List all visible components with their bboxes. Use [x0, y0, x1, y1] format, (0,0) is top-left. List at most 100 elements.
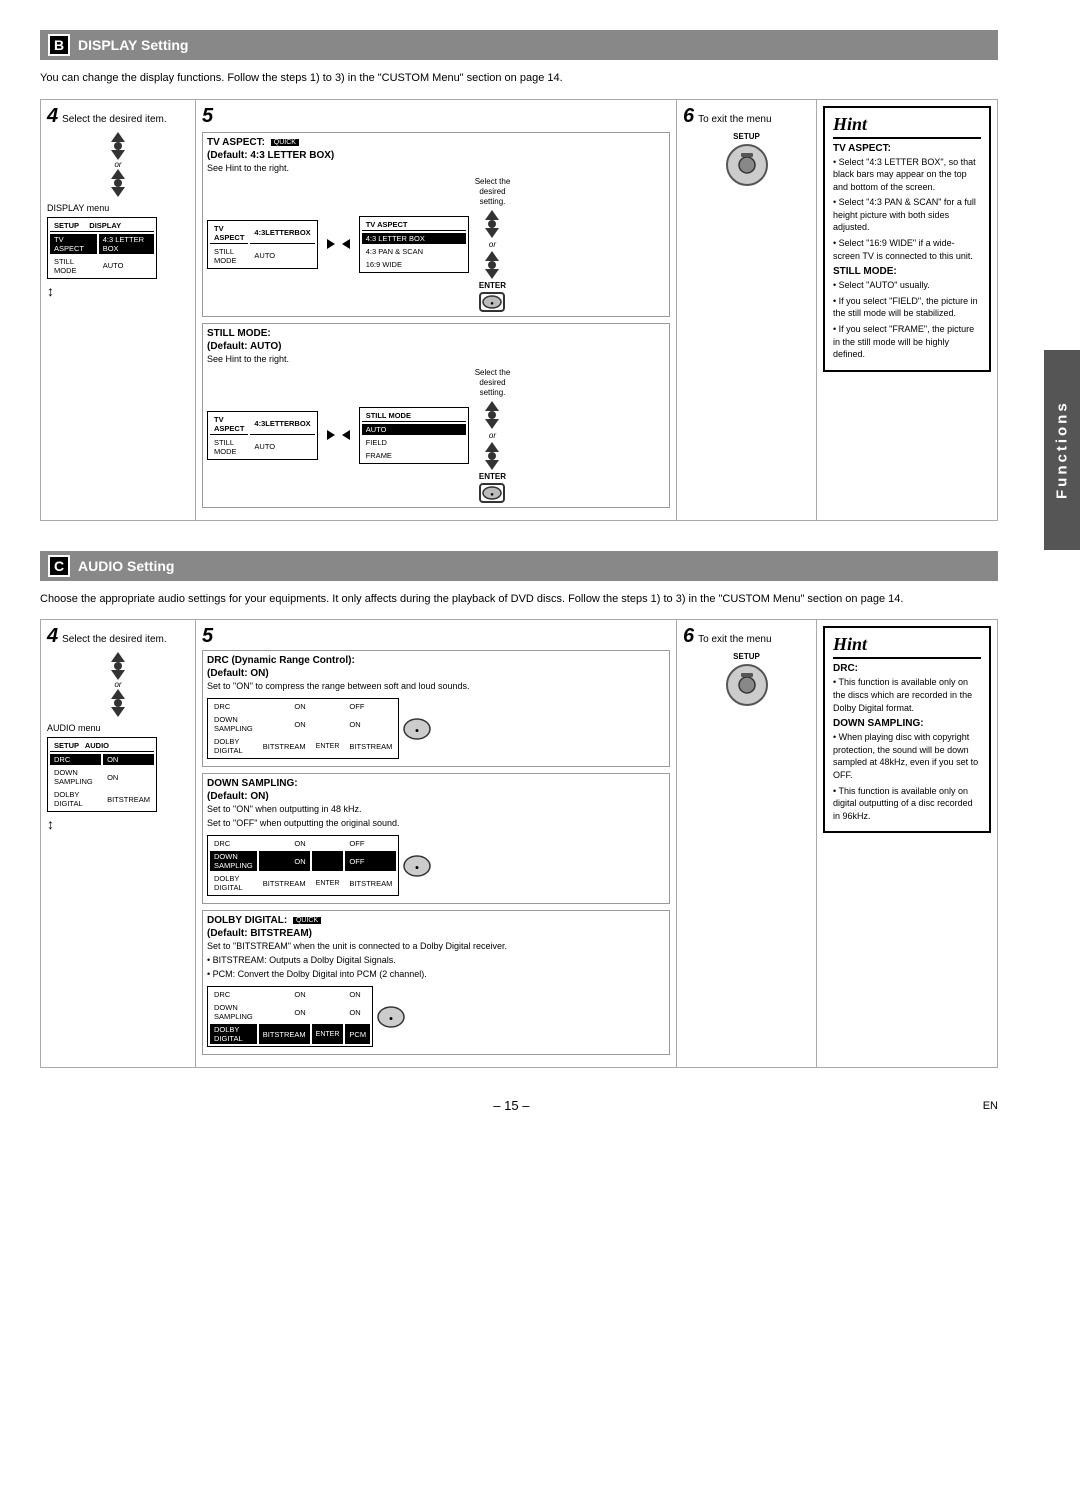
drc-default: (Default: ON)	[207, 668, 665, 679]
still-mode-default: (Default: AUTO)	[207, 341, 665, 352]
hint-b-still-bullet1: • Select "AUTO" usually.	[833, 279, 981, 292]
tv-aspect-badge: QUICK	[271, 139, 299, 146]
downsampling-name: DOWN SAMPLING:	[207, 778, 298, 789]
nav-updown-icon-c	[106, 652, 130, 680]
page-wrapper: B DISPLAY Setting You can change the dis…	[40, 30, 1040, 1113]
setup-remote-b: SETUP	[717, 132, 777, 187]
setup-label-c: SETUP	[733, 652, 760, 661]
hint-c-ds-bullet1: • When playing disc with copyright prote…	[833, 731, 981, 781]
drc-desc: Set to "ON" to compress the range betwee…	[207, 681, 665, 691]
step-c-5: 5 DRC (Dynamic Range Control): (Default:…	[196, 620, 677, 1067]
setup-remote-c: SETUP	[717, 652, 777, 707]
section-c-steps: 4 Select the desired item. or	[40, 619, 998, 1068]
nav-updown-icon-b2	[106, 169, 130, 197]
hint-c: Hint DRC: • This function is available o…	[817, 620, 997, 1067]
dolby-enter: ●	[377, 1006, 405, 1028]
audio-menu-screen: SETUP AUDIO DRCON DOWN SAMPLINGON DOLBY …	[47, 737, 157, 812]
dolby-badge: QUICK	[293, 917, 321, 924]
hint-c-title: Hint	[833, 634, 981, 659]
downsampling-substep: DOWN SAMPLING: (Default: ON) Set to "ON"…	[202, 773, 670, 904]
step-b-6-number: 6	[683, 106, 694, 126]
functions-label: Functions	[1054, 401, 1071, 500]
hint-b-title: Hint	[833, 114, 981, 139]
step-c-6-number: 6	[683, 626, 694, 646]
hint-c-ds-bullet2: • This function is available only on dig…	[833, 785, 981, 823]
step-b-4-text: Select the desired item.	[62, 114, 167, 125]
tv-aspect-double-arrow	[324, 239, 353, 249]
still-mode-select-enter: Select thedesiredsetting. or	[475, 368, 511, 503]
step-b-4: 4 Select the desired item. or	[41, 100, 196, 520]
display-menu-label: DISPLAY menu	[47, 203, 189, 213]
step-b-6: 6 To exit the menu SETUP	[677, 100, 817, 520]
hint-b-tv-bullet1: • Select "4:3 LETTER BOX", so that black…	[833, 156, 981, 194]
tv-aspect-screen-left: TV ASPECT4:3LETTERBOX STILL MODEAUTO	[207, 220, 318, 269]
drc-enter: ●	[403, 718, 431, 740]
hint-b-tv-bullet3: • Select "16:9 WIDE" if a wide-screen TV…	[833, 237, 981, 262]
svg-text:●: ●	[389, 1015, 393, 1022]
step-b-4-number: 4	[47, 106, 58, 126]
enter-button-tv: ●	[479, 292, 505, 312]
step-c-4: 4 Select the desired item. or	[41, 620, 196, 1067]
hint-c-drc-bullet1: • This function is available only on the…	[833, 676, 981, 714]
dolby-bullet1: • BITSTREAM: Outputs a Dolby Digital Sig…	[207, 955, 665, 965]
page-number: – 15 –	[493, 1098, 529, 1113]
svg-text:●: ●	[491, 492, 495, 498]
hint-c-drc-subtitle: DRC:	[833, 663, 981, 674]
svg-text:●: ●	[491, 301, 495, 307]
dolby-screen: DRCONON DOWN SAMPLINGONON DOLBY DIGITALB…	[207, 986, 373, 1047]
downsampling-enter: ●	[403, 855, 431, 877]
section-b: B DISPLAY Setting You can change the dis…	[40, 30, 998, 521]
step-b-6-text: To exit the menu	[698, 114, 771, 125]
still-mode-substep: STILL MODE: (Default: AUTO) See Hint to …	[202, 323, 670, 508]
downsampling-screen: DRCONOFF DOWN SAMPLINGONOFF DOLBY DIGITA…	[207, 835, 399, 896]
hint-b-tv-bullet2: • Select "4:3 PAN & SCAN" for a full hei…	[833, 196, 981, 234]
section-b-letter: B	[48, 34, 70, 56]
tv-aspect-select-enter: Select thedesiredsetting. or	[475, 177, 511, 312]
tv-aspect-desc: See Hint to the right.	[207, 163, 665, 173]
page-footer: – 15 – EN	[40, 1098, 998, 1113]
step-c-5-number: 5	[202, 626, 213, 646]
tv-aspect-substep: TV ASPECT: QUICK (Default: 4:3 LETTER BO…	[202, 132, 670, 317]
tv-aspect-screen-right: TV ASPECT 4:3 LETTER BOX 4:3 PAN & SCAN …	[359, 213, 469, 276]
dolby-substep: DOLBY DIGITAL: QUICK (Default: BITSTREAM…	[202, 910, 670, 1055]
still-mode-name: STILL MODE:	[207, 328, 271, 339]
hint-c-box: Hint DRC: • This function is available o…	[823, 626, 991, 833]
step-c-4-number: 4	[47, 626, 58, 646]
drc-name: DRC (Dynamic Range Control):	[207, 655, 355, 666]
tv-aspect-default: (Default: 4:3 LETTER BOX)	[207, 150, 665, 161]
hint-c-downsampling-subtitle: DOWN SAMPLING:	[833, 718, 981, 729]
still-mode-desc: See Hint to the right.	[207, 354, 665, 364]
arrow-indicator-b: ↕	[47, 283, 189, 299]
drc-screen: DRCONOFF DOWN SAMPLINGONON DOLBY DIGITAL…	[207, 698, 399, 759]
section-b-description: You can change the display functions. Fo…	[40, 70, 998, 87]
tv-aspect-name: TV ASPECT:	[207, 137, 268, 148]
still-mode-nav-icon	[480, 401, 504, 429]
still-mode-screen-right: STILL MODE AUTO FIELD FRAME	[359, 404, 469, 467]
section-b-header: B DISPLAY Setting	[40, 30, 998, 60]
hint-b: Hint TV ASPECT: • Select "4:3 LETTER BOX…	[817, 100, 997, 520]
nav-updown-icon-b	[106, 132, 130, 160]
step-c-6: 6 To exit the menu SETUP	[677, 620, 817, 1067]
section-c: C AUDIO Setting Choose the appropriate a…	[40, 551, 998, 1069]
dolby-desc-main: Set to "BITSTREAM" when the unit is conn…	[207, 941, 665, 951]
functions-sidebar-tab: Functions	[1044, 350, 1080, 550]
tv-aspect-nav-icon2	[480, 251, 504, 279]
step-c-6-text: To exit the menu	[698, 634, 771, 645]
enter-label-tv: ENTER	[479, 281, 506, 290]
still-mode-double-arrow	[324, 430, 353, 440]
hint-b-box: Hint TV ASPECT: • Select "4:3 LETTER BOX…	[823, 106, 991, 372]
step-b-5: 5 TV ASPECT: QUICK (Default: 4:3 LETTER …	[196, 100, 677, 520]
still-mode-screen-left: TV ASPECT4:3LETTERBOX STILL MODEAUTO	[207, 411, 318, 460]
downsampling-default: (Default: ON)	[207, 791, 665, 802]
hint-b-still-subtitle: STILL MODE:	[833, 266, 981, 277]
drc-substep: DRC (Dynamic Range Control): (Default: O…	[202, 650, 670, 767]
hint-b-still-bullet3: • If you select "FRAME", the picture in …	[833, 323, 981, 361]
hint-b-tv-aspect-subtitle: TV ASPECT:	[833, 143, 981, 154]
downsampling-desc2: Set to "OFF" when outputting the origina…	[207, 818, 665, 828]
audio-menu-label: AUDIO menu	[47, 723, 189, 733]
setup-label-b: SETUP	[733, 132, 760, 141]
section-c-title: AUDIO Setting	[78, 558, 174, 574]
nav-updown-icon-c2	[106, 689, 130, 717]
step-b-5-number: 5	[202, 106, 213, 126]
dolby-name: DOLBY DIGITAL:	[207, 915, 290, 926]
